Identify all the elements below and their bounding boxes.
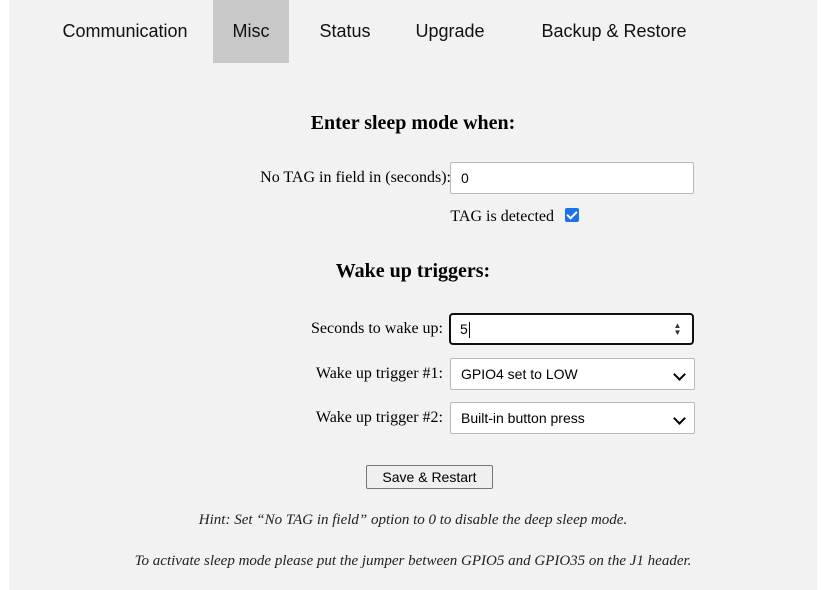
hint-text: Hint: Set “No TAG in field” option to 0 … (198, 512, 628, 528)
tab-communication[interactable]: Communication (35, 0, 215, 63)
chevron-down-icon (673, 412, 686, 425)
trigger1-value: GPIO4 set to LOW (461, 366, 578, 382)
no-tag-seconds-value: 0 (461, 170, 469, 186)
no-tag-seconds-input[interactable]: 0 (450, 162, 694, 194)
jumper-hint-text: To activate sleep mode please put the ju… (134, 553, 692, 569)
tag-detected-checkbox[interactable] (565, 208, 579, 222)
tab-misc[interactable]: Misc (213, 0, 289, 63)
spin-arrows-icon[interactable]: ▲ ▼ (673, 322, 682, 337)
tab-backup-restore[interactable]: Backup & Restore (519, 0, 709, 63)
trigger1-select[interactable]: GPIO4 set to LOW (450, 358, 695, 390)
chevron-down-icon (673, 368, 686, 381)
tab-status[interactable]: Status (300, 0, 390, 63)
text-caret (468, 322, 470, 339)
tab-upgrade[interactable]: Upgrade (396, 0, 504, 63)
tag-detected-label: TAG is detected (450, 208, 554, 225)
sleep-heading: Enter sleep mode when: (310, 112, 516, 134)
trigger2-select[interactable]: Built-in button press (450, 402, 695, 434)
trigger1-label: Wake up trigger #1: (315, 365, 443, 382)
no-tag-label: No TAG in field in (seconds): (260, 169, 451, 186)
save-restart-button[interactable]: Save & Restart (366, 465, 493, 489)
trigger2-value: Built-in button press (461, 410, 585, 426)
seconds-to-wake-input[interactable]: 5 ▲ ▼ (449, 313, 694, 345)
settings-panel: Communication Misc Status Upgrade Backup… (9, 0, 817, 590)
trigger2-label: Wake up trigger #2: (315, 409, 443, 426)
seconds-to-wake-value: 5 (460, 321, 468, 337)
tab-bar: Communication Misc Status Upgrade Backup… (9, 0, 817, 63)
wake-heading: Wake up triggers: (335, 260, 491, 282)
seconds-to-wake-label: Seconds to wake up: (311, 320, 443, 337)
